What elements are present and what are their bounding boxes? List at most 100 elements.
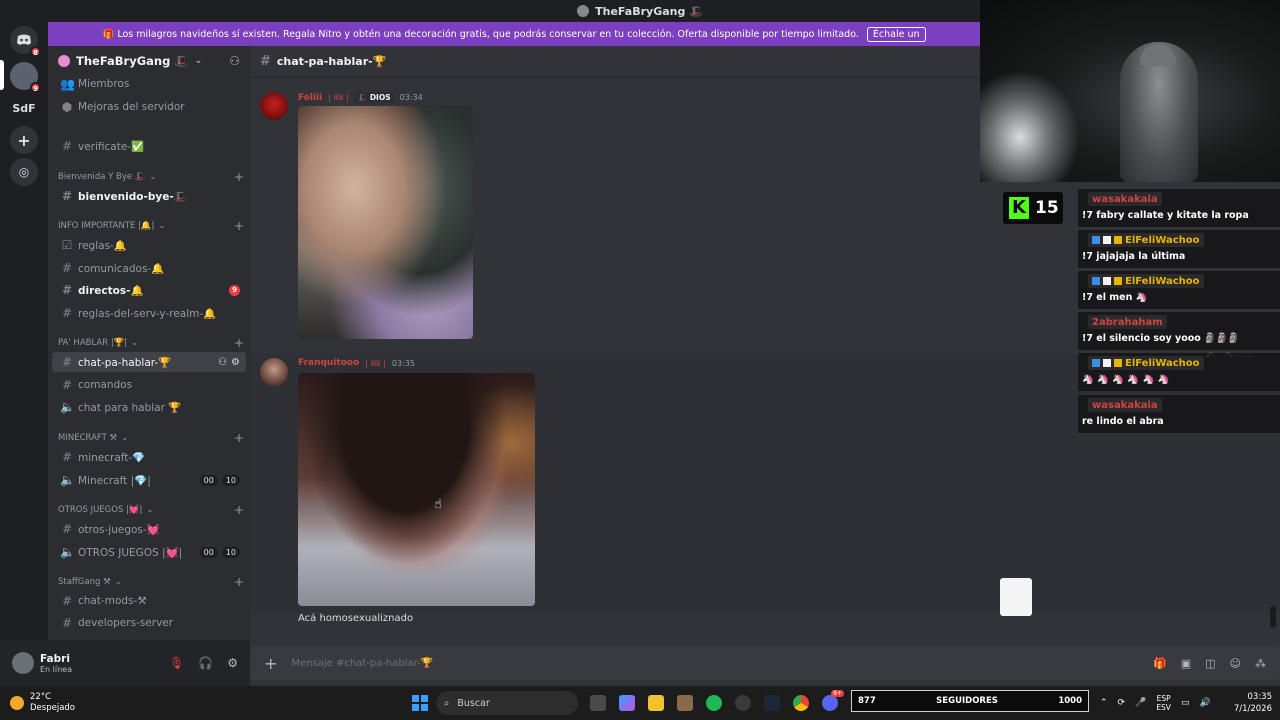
voice-otros-juegos[interactable]: 🔈 OTROS JUEGOS |💓| 00 10 [52,542,246,562]
sidebar-item-members[interactable]: 👥 Miembros [52,74,246,94]
category-minecraft[interactable]: MINECRAFT ⚒ ⌄ + [58,431,244,445]
add-channel-icon[interactable]: + [234,431,244,445]
message-author[interactable]: Feliii [298,93,322,103]
channel-chat-mods[interactable]: # chat-mods-⚒ [52,591,246,611]
crown-icon [1114,236,1122,244]
channel-minecraft[interactable]: # minecraft-💎 [52,447,246,467]
category-bienvenida[interactable]: Bienvenida Y Bye 🎩 ⌄ + [58,170,244,184]
channel-chat-pa-hablar[interactable]: # chat-pa-hablar-🏆 ⚇ ⚙ [52,352,246,372]
category-label: MINECRAFT ⚒ [58,433,118,443]
message-input[interactable]: Mensaje #chat-pa-hablar-🏆 [291,658,433,669]
add-channel-icon[interactable]: + [234,170,244,184]
invite-people-icon[interactable]: ⚇ [229,54,240,68]
weather-widget[interactable]: 22°C Despejado [10,686,75,720]
gear-icon[interactable]: ⚙ [231,357,240,368]
message-image-selfie[interactable] [298,106,473,339]
add-channel-icon[interactable]: + [234,219,244,233]
category-info-importante[interactable]: INFO IMPORTANTE |🔔| ⌄ + [58,219,244,233]
add-channel-icon[interactable]: + [234,503,244,517]
headphones-icon[interactable]: 🎧 [198,656,213,670]
add-server-button[interactable]: + [10,126,38,154]
language-indicator[interactable]: ESP ESV [1156,694,1171,712]
copilot-icon[interactable] [619,695,635,711]
avatar[interactable] [260,92,288,120]
invite-icon[interactable]: ⚇ [218,357,227,368]
keyboard-layout: ESV [1156,703,1171,712]
explore-servers-button[interactable]: ◎ [10,158,38,186]
task-view-icon[interactable] [590,695,606,711]
gear-icon[interactable]: ⚙ [227,656,238,670]
clock-time: 03:35 [1247,692,1273,702]
role-badge: 🎩 DIOS [354,92,394,103]
microphone-muted-icon[interactable]: 🎙 [169,656,184,670]
scrollbar-thumb[interactable] [1270,606,1276,628]
compass-icon: ◎ [18,165,30,179]
category-label: OTROS JUEGOS |💓| [58,505,143,515]
discord-taskbar-icon[interactable]: 9+ [822,690,844,711]
chevron-down-icon: ⌄ [131,338,139,348]
sticker-icon[interactable]: ◫ [1205,657,1215,670]
start-button[interactable] [412,695,428,711]
taskbar-clock[interactable]: 03:35 7/1/2026 [1228,691,1272,715]
hash-icon: # [61,283,73,297]
category-staffgang[interactable]: StaffGang ⚒ ⌄ + [58,575,244,589]
user-name: Fabri [40,652,70,665]
message-timestamp: 03:35 [391,358,415,368]
message-author[interactable]: Franquitooo [298,358,359,368]
active-server-pill [0,60,4,90]
avatar[interactable] [260,358,288,386]
gif-icon[interactable]: ▣ [1181,657,1191,670]
volume-icon[interactable]: 🔊 [1199,698,1210,708]
category-otros-juegos[interactable]: OTROS JUEGOS |💓| ⌄ + [58,503,244,517]
chevron-up-icon[interactable]: ⌃ [1100,698,1108,708]
search-icon: ⌕ [444,697,450,709]
chrome-icon[interactable] [793,695,809,711]
message-text: Acá homosexualiznado [298,613,414,624]
sidebar-item-boosts[interactable]: ⬢ Mejoras del servidor [52,97,246,117]
stream-chat-user: ElFeliWachoo [1088,274,1204,288]
channel-comandos[interactable]: # comandos [52,375,246,395]
chevron-down-icon: ⌄ [121,433,129,443]
channel-developers-server[interactable]: # developers-server [52,613,246,633]
channel-sidebar: TheFaBryGang 🎩 ⌄ ⚇ 👥 Miembros ⬢ Mejoras … [48,46,250,640]
channel-comunicados[interactable]: # comunicados-🔔 [52,258,246,278]
channel-label: reglas-🔔 [78,239,127,252]
category-pa-hablar[interactable]: PA' HABLAR |🏆| ⌄ + [58,336,244,350]
followers-goal: 1000 [1058,696,1082,706]
chevron-down-icon: ⌄ [146,505,154,515]
direct-messages-button[interactable]: 8 [10,26,41,57]
channel-verificate[interactable]: # verificate-✅ [52,136,246,156]
channel-directos[interactable]: # directos-🔔 9 [52,280,246,300]
server-header[interactable]: TheFaBryGang 🎩 ⌄ ⚇ [48,46,250,76]
add-channel-icon[interactable]: + [234,575,244,589]
gift-icon[interactable]: 🎁 [1153,657,1167,670]
apps-icon[interactable]: ⁂ [1255,657,1266,670]
obs-icon[interactable] [735,695,751,711]
channel-otros-juegos[interactable]: # otros-juegos-💓 [52,519,246,539]
channel-bienvenido-bye[interactable]: # bienvenido-bye-🎩 [52,186,246,206]
server-icon-thefabrygang[interactable]: 9 [10,62,41,93]
emoji-icon[interactable]: ☺ [1230,657,1241,670]
hash-icon: # [61,522,73,536]
steam-icon[interactable] [764,695,780,711]
monitor-icon[interactable]: ▭ [1181,698,1190,708]
taskbar-search[interactable]: ⌕ Buscar [436,691,578,715]
app-icon[interactable] [677,695,693,711]
microphone-icon[interactable]: 🎤 [1135,698,1146,708]
banner-button[interactable]: Échale un [866,26,926,42]
hash-icon: # [61,189,73,203]
avatar[interactable] [12,652,34,674]
voice-minecraft[interactable]: 🔈 Minecraft |💎| 00 10 [52,470,246,490]
add-attachment-icon[interactable]: + [264,654,277,673]
file-explorer-icon[interactable] [648,695,664,711]
server-icon-sdf[interactable]: SdF [10,94,38,122]
message-image-selfie[interactable]: ☝ [298,373,535,606]
channel-reglas-del-serv[interactable]: # reglas-del-serv-y-realm-🔔 [52,303,246,323]
channel-label: directos-🔔 [78,284,144,297]
channel-reglas[interactable]: ☑ reglas-🔔 [52,235,246,255]
spotify-icon[interactable] [706,695,722,711]
voice-chat-para-hablar[interactable]: 🔈 chat para hablar 🏆 [52,397,246,417]
sync-icon[interactable]: ⟳ [1118,698,1126,708]
add-channel-icon[interactable]: + [234,336,244,350]
search-label: Buscar [457,697,490,709]
